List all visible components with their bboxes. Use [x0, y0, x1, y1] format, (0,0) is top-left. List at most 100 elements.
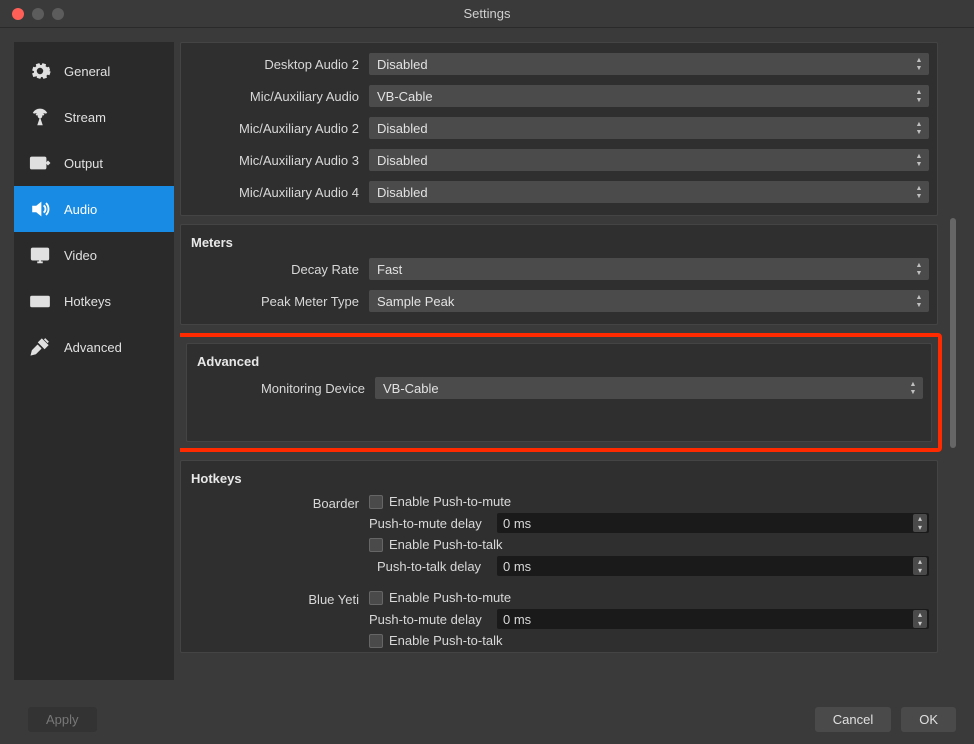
delay-label: Push-to-talk delay	[369, 559, 497, 574]
form-label: Peak Meter Type	[189, 294, 369, 309]
traffic-lights	[0, 8, 64, 20]
sidebar-item-hotkeys[interactable]: Hotkeys	[14, 278, 174, 324]
mic-aux-audio-combo[interactable]: VB-Cable ▲▼	[369, 85, 929, 107]
checkbox-label: Enable Push-to-talk	[389, 633, 502, 648]
close-window-button[interactable]	[12, 8, 24, 20]
updown-icon: ▲▼	[912, 119, 926, 137]
settings-content: Desktop Audio 2 Disabled ▲▼ Mic/Auxiliar…	[180, 42, 962, 680]
delay-value: 0 ms	[503, 559, 531, 574]
scrollbar-thumb[interactable]	[950, 218, 956, 448]
form-label: Monitoring Device	[195, 381, 375, 396]
updown-icon: ▲▼	[912, 151, 926, 169]
delay-value: 0 ms	[503, 516, 531, 531]
apply-button[interactable]: Apply	[28, 707, 97, 732]
combo-value: Disabled	[377, 57, 428, 72]
section-header: Advanced	[195, 350, 923, 377]
mic-aux-audio-3-row: Mic/Auxiliary Audio 3 Disabled ▲▼	[189, 149, 929, 171]
meters-section: Meters Decay Rate Fast ▲▼ Peak Meter Typ…	[180, 224, 938, 325]
sidebar-item-label: Advanced	[64, 340, 122, 355]
updown-icon: ▲▼	[912, 292, 926, 310]
form-label: Mic/Auxiliary Audio 2	[189, 121, 369, 136]
sidebar: General Stream Output Audio Video	[14, 42, 174, 680]
enable-push-to-mute-checkbox[interactable]	[369, 591, 383, 605]
decay-rate-combo[interactable]: Fast ▲▼	[369, 258, 929, 280]
scrollbar[interactable]	[950, 78, 956, 666]
delay-label: Push-to-mute delay	[369, 516, 497, 531]
updown-icon: ▲▼	[912, 55, 926, 73]
sidebar-item-output[interactable]: Output	[14, 140, 174, 186]
enable-push-to-mute-checkbox[interactable]	[369, 495, 383, 509]
mic-aux-audio-4-row: Mic/Auxiliary Audio 4 Disabled ▲▼	[189, 181, 929, 203]
delay-value: 0 ms	[503, 612, 531, 627]
mic-aux-audio-row: Mic/Auxiliary Audio VB-Cable ▲▼	[189, 85, 929, 107]
combo-value: Disabled	[377, 153, 428, 168]
delay-label: Push-to-mute delay	[369, 612, 497, 627]
desktop-audio-2-combo[interactable]: Disabled ▲▼	[369, 53, 929, 75]
decay-rate-row: Decay Rate Fast ▲▼	[189, 258, 929, 280]
updown-icon: ▲▼	[906, 379, 920, 397]
gear-icon	[26, 60, 54, 82]
hotkey-group-blue-yeti: Blue Yeti Enable Push-to-mute Push-to-mu…	[189, 590, 929, 648]
sidebar-item-video[interactable]: Video	[14, 232, 174, 278]
updown-icon: ▲▼	[912, 183, 926, 201]
cancel-button[interactable]: Cancel	[815, 707, 891, 732]
advanced-section: Advanced Monitoring Device VB-Cable ▲▼	[186, 343, 932, 442]
tools-icon	[26, 336, 54, 358]
sidebar-item-label: Output	[64, 156, 103, 171]
mic-aux-audio-3-combo[interactable]: Disabled ▲▼	[369, 149, 929, 171]
hotkey-group-boarder: Boarder Enable Push-to-mute Push-to-mute…	[189, 494, 929, 580]
window-title: Settings	[0, 6, 974, 21]
stepper-icon[interactable]: ▴▾	[913, 610, 927, 628]
sidebar-item-stream[interactable]: Stream	[14, 94, 174, 140]
mic-aux-audio-2-combo[interactable]: Disabled ▲▼	[369, 117, 929, 139]
sidebar-item-label: Stream	[64, 110, 106, 125]
form-label: Desktop Audio 2	[189, 57, 369, 72]
push-to-mute-delay-input[interactable]: 0 ms ▴▾	[497, 609, 929, 629]
footer: Apply Cancel OK	[0, 694, 974, 744]
form-label: Mic/Auxiliary Audio	[189, 89, 369, 104]
antenna-icon	[26, 106, 54, 128]
push-to-mute-delay-input[interactable]: 0 ms ▴▾	[497, 513, 929, 533]
combo-value: VB-Cable	[377, 89, 433, 104]
minimize-window-button[interactable]	[32, 8, 44, 20]
stepper-icon[interactable]: ▴▾	[913, 557, 927, 575]
checkbox-label: Enable Push-to-mute	[389, 590, 511, 605]
stepper-icon[interactable]: ▴▾	[913, 514, 927, 532]
hotkeys-section: Hotkeys Boarder Enable Push-to-mute Push…	[180, 460, 938, 653]
peak-meter-type-row: Peak Meter Type Sample Peak ▲▼	[189, 290, 929, 312]
sidebar-item-general[interactable]: General	[14, 48, 174, 94]
section-header: Meters	[189, 231, 929, 258]
mic-aux-audio-4-combo[interactable]: Disabled ▲▼	[369, 181, 929, 203]
sidebar-item-label: General	[64, 64, 110, 79]
hotkey-group-label: Blue Yeti	[189, 590, 369, 607]
combo-value: Disabled	[377, 121, 428, 136]
push-to-talk-delay-input[interactable]: 0 ms ▴▾	[497, 556, 929, 576]
output-icon	[26, 152, 54, 174]
highlight-annotation: Advanced Monitoring Device VB-Cable ▲▼	[180, 333, 942, 452]
form-label: Decay Rate	[189, 262, 369, 277]
enable-push-to-talk-checkbox[interactable]	[369, 538, 383, 552]
enable-push-to-talk-checkbox[interactable]	[369, 634, 383, 648]
mic-aux-audio-2-row: Mic/Auxiliary Audio 2 Disabled ▲▼	[189, 117, 929, 139]
checkbox-label: Enable Push-to-talk	[389, 537, 502, 552]
zoom-window-button[interactable]	[52, 8, 64, 20]
sidebar-item-audio[interactable]: Audio	[14, 186, 174, 232]
peak-meter-type-combo[interactable]: Sample Peak ▲▼	[369, 290, 929, 312]
monitoring-device-combo[interactable]: VB-Cable ▲▼	[375, 377, 923, 399]
sidebar-item-advanced[interactable]: Advanced	[14, 324, 174, 370]
ok-button[interactable]: OK	[901, 707, 956, 732]
form-label: Mic/Auxiliary Audio 3	[189, 153, 369, 168]
sidebar-item-label: Hotkeys	[64, 294, 111, 309]
updown-icon: ▲▼	[912, 260, 926, 278]
speaker-icon	[26, 198, 54, 220]
keyboard-icon	[26, 290, 54, 312]
sidebar-item-label: Video	[64, 248, 97, 263]
devices-section: Desktop Audio 2 Disabled ▲▼ Mic/Auxiliar…	[180, 42, 938, 216]
monitoring-device-row: Monitoring Device VB-Cable ▲▼	[195, 377, 923, 399]
combo-value: Sample Peak	[377, 294, 454, 309]
checkbox-label: Enable Push-to-mute	[389, 494, 511, 509]
updown-icon: ▲▼	[912, 87, 926, 105]
section-header: Hotkeys	[189, 467, 929, 494]
hotkey-group-label: Boarder	[189, 494, 369, 511]
sidebar-item-label: Audio	[64, 202, 97, 217]
